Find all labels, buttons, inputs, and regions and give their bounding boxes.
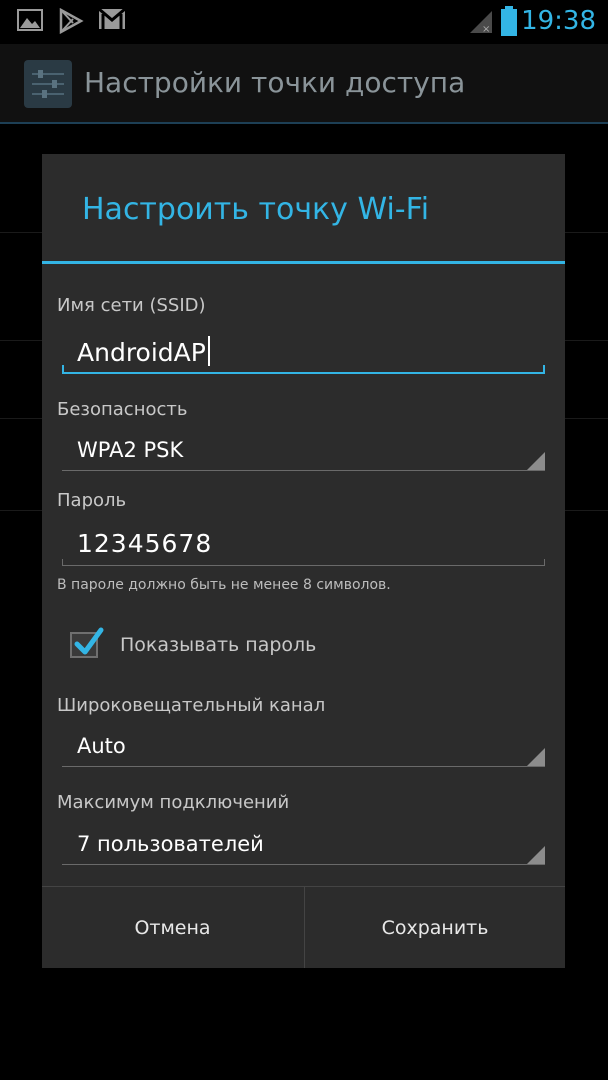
show-password-label[interactable]: Показывать пароль [120, 634, 316, 656]
text-cursor [207, 336, 210, 366]
clock: 19:38 [521, 6, 596, 36]
ssid-input[interactable]: AndroidAP [77, 336, 210, 367]
wifi-hotspot-dialog: Настроить точку Wi-Fi Имя сети (SSID) An… [42, 154, 565, 968]
title-divider [42, 261, 565, 264]
battery-icon [501, 6, 517, 36]
dropdown-arrow-icon [527, 846, 545, 864]
save-button[interactable]: Сохранить [305, 887, 565, 968]
max-connections-spinner[interactable]: 7 пользователей [77, 832, 264, 856]
settings-sliders-icon[interactable] [24, 60, 72, 108]
ssid-value: AndroidAP [77, 338, 206, 367]
ssid-label: Имя сети (SSID) [57, 295, 206, 316]
page-title: Настройки точки доступа [84, 66, 466, 99]
dialog-title: Настроить точку Wi-Fi [82, 192, 430, 227]
password-underline-tick [544, 559, 545, 566]
dropdown-arrow-icon [527, 748, 545, 766]
checkmark-icon [74, 627, 104, 655]
channel-label: Широковещательный канал [57, 695, 326, 716]
password-underline [62, 565, 545, 566]
security-underline [62, 470, 545, 471]
channel-spinner[interactable]: Auto [77, 734, 126, 758]
password-hint: В пароле должно быть не менее 8 символов… [57, 577, 391, 593]
ssid-underline-tick [62, 365, 64, 373]
security-spinner[interactable]: WPA2 PSK [77, 438, 183, 462]
password-label: Пароль [57, 490, 127, 511]
ssid-underline-tick [543, 365, 545, 373]
password-underline-tick [62, 559, 63, 566]
play-store-icon [59, 8, 84, 34]
show-password-checkbox[interactable] [70, 627, 104, 658]
image-icon [17, 9, 43, 31]
dropdown-arrow-icon [527, 452, 545, 470]
gmail-icon [98, 8, 126, 29]
channel-underline [62, 766, 545, 767]
svg-text:×: × [482, 24, 490, 34]
cancel-button[interactable]: Отмена [42, 887, 303, 968]
ssid-underline [62, 372, 545, 374]
action-bar: Настройки точки доступа [0, 44, 608, 124]
signal-icon: × [470, 11, 492, 34]
status-bar: × 19:38 [0, 0, 608, 44]
security-label: Безопасность [57, 399, 188, 420]
password-input[interactable]: 12345678 [77, 529, 212, 558]
max-connections-underline [62, 864, 545, 865]
max-connections-label: Максимум подключений [57, 792, 290, 813]
